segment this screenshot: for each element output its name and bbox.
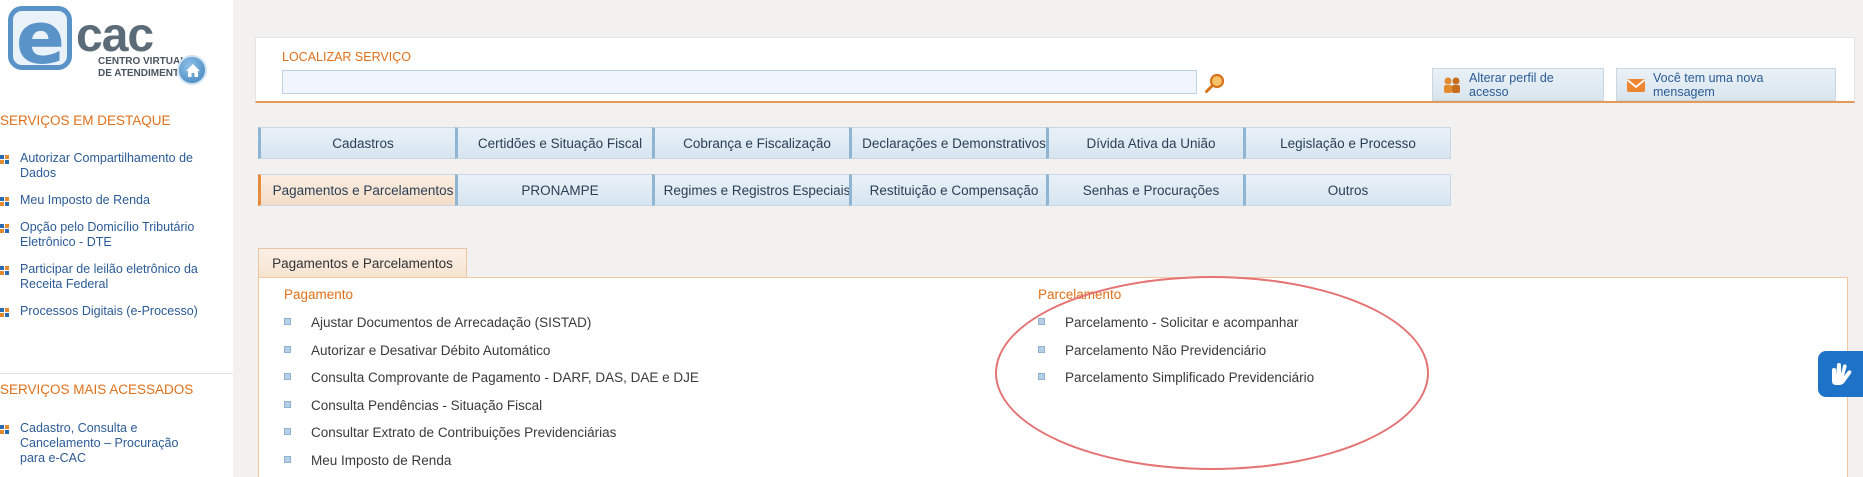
square-bullet-icon — [284, 428, 291, 435]
square-bullet-icon — [284, 373, 291, 380]
pagamento-list: Ajustar Documentos de Arrecadação (SISTA… — [284, 315, 699, 477]
square-bullet-icon — [284, 400, 291, 408]
category-button-2[interactable]: Cobrança e Fiscalização — [652, 127, 860, 159]
featured-service-item-label: Autorizar Compartilhamento de Dados — [20, 151, 193, 180]
pagamento-service-link[interactable]: Autorizar e Desativar Débito Automático — [284, 343, 699, 371]
category-button-6[interactable]: Pagamentos e Parcelamentos — [258, 174, 466, 206]
featured-service-item[interactable]: Autorizar Compartilhamento de Dados — [0, 151, 200, 181]
category-button-7[interactable]: PRONAMPE — [455, 174, 663, 206]
square-bullet-icon — [284, 455, 291, 463]
parcelamento-service-link-label: Parcelamento - Solicitar e acompanhar — [1065, 315, 1299, 330]
featured-service-item-label: Participar de leilão eletrônico da Recei… — [20, 262, 198, 291]
featured-services-list: Autorizar Compartilhamento de Dados Meu I… — [0, 151, 200, 331]
logo-e-letter: e — [16, 0, 65, 80]
users-icon — [1444, 77, 1460, 93]
category-button-3[interactable]: Declarações e Demonstrativos — [849, 127, 1057, 159]
home-icon — [186, 64, 200, 77]
home-button[interactable] — [177, 55, 207, 85]
change-profile-label: Alterar perfil de acesso — [1469, 70, 1554, 99]
parcelamento-service-link[interactable]: Parcelamento Simplificado Previdenciário — [1038, 370, 1314, 398]
most-accessed-service-item-label: Cadastro, Consulta e Cancelamento – Proc… — [20, 421, 179, 465]
square-bullet-icon — [1038, 345, 1045, 353]
sidebar: e cac CENTRO VIRTUAL DE ATENDIMENTO SERV… — [0, 0, 233, 477]
pagamento-service-link[interactable]: Consulta Comprovante de Pagamento - DARF… — [284, 370, 699, 398]
category-button-5[interactable]: Legislação e Processo — [1243, 127, 1451, 159]
change-profile-button[interactable]: Alterar perfil de acesso — [1432, 68, 1604, 101]
featured-service-item[interactable]: Meu Imposto de Renda — [0, 193, 200, 208]
parcelamento-list: Parcelamento - Solicitar e acompanhar Par… — [1038, 315, 1314, 398]
pagamento-service-link-label: Consultar Extrato de Contribuições Previ… — [311, 425, 617, 440]
featured-services-title: SERVIÇOS EM DESTAQUE — [0, 113, 171, 128]
category-button-1[interactable]: Certidões e Situação Fiscal — [455, 127, 663, 159]
square-bullet-icon — [284, 345, 291, 353]
main-content: Cadastros Certidões e Situação Fiscal Cobr… — [233, 104, 1863, 477]
search-input[interactable] — [282, 70, 1197, 94]
most-accessed-service-item[interactable]: Cadastro, Consulta e Cancelamento – Proc… — [0, 421, 200, 466]
square-bullet-icon — [284, 318, 291, 325]
category-button-9[interactable]: Restituição e Compensação — [849, 174, 1057, 206]
featured-service-item[interactable]: Opção pelo Domicílio Tributário Eletrôni… — [0, 220, 200, 250]
logo-subtitle-line1: CENTRO VIRTUAL — [98, 56, 187, 67]
featured-service-item[interactable]: Processos Digitais (e-Processo) — [0, 304, 200, 319]
featured-service-item-label: Opção pelo Domicílio Tributário Eletrôni… — [20, 220, 195, 249]
pagamento-service-link-label: Consulta Pendências - Situação Fiscal — [311, 397, 543, 413]
parcelamento-title: Parcelamento — [1038, 287, 1122, 302]
grid-bullet-icon — [0, 308, 10, 318]
category-button-11[interactable]: Outros — [1243, 174, 1451, 206]
service-content-panel: Pagamento Ajustar Documentos de Arrecada… — [258, 277, 1848, 477]
grid-bullet-icon — [0, 266, 10, 276]
logo-brand: cac — [76, 9, 154, 62]
pagamento-service-link[interactable]: Meu Imposto de Renda — [284, 453, 699, 477]
parcelamento-service-link[interactable]: Parcelamento - Solicitar e acompanhar — [1038, 315, 1314, 343]
grid-bullet-icon — [0, 425, 10, 435]
logo-subtitle: CENTRO VIRTUAL DE ATENDIMENTO — [98, 56, 187, 80]
accessibility-sign-language-button[interactable] — [1818, 351, 1863, 397]
square-bullet-icon — [1038, 318, 1045, 325]
category-button-10[interactable]: Senhas e Procurações — [1046, 174, 1254, 206]
new-message-button[interactable]: Você tem uma nova mensagem — [1616, 68, 1836, 101]
new-message-label: Você tem uma nova mensagem — [1653, 70, 1764, 99]
most-accessed-title: SERVIÇOS MAIS ACESSADOS — [0, 382, 194, 397]
pagamento-service-link[interactable]: Ajustar Documentos de Arrecadação (SISTA… — [284, 315, 699, 343]
pagamento-service-link[interactable]: Consultar Extrato de Contribuições Previ… — [284, 425, 699, 453]
featured-service-item[interactable]: Participar de leilão eletrônico da Recei… — [0, 262, 200, 292]
category-button-4[interactable]: Dívida Ativa da União — [1046, 127, 1254, 159]
category-button-8[interactable]: Regimes e Registros Especiais — [652, 174, 860, 206]
featured-service-item-label: Meu Imposto de Renda — [20, 193, 150, 207]
square-bullet-icon — [1038, 373, 1045, 380]
grid-bullet-icon — [0, 224, 10, 234]
pagamento-service-link[interactable]: Consulta Pendências - Situação Fiscal — [284, 398, 699, 426]
search-panel: LOCALIZAR SERVIÇO Alterar perfil de aces… — [255, 37, 1855, 103]
search-icon[interactable] — [1204, 72, 1226, 94]
hands-sign-language-icon — [1832, 363, 1852, 385]
grid-bullet-icon — [0, 155, 10, 165]
grid-bullet-icon — [0, 197, 10, 207]
pagamento-service-link-label: Ajustar Documentos de Arrecadação (SISTA… — [311, 315, 592, 330]
envelope-icon — [1626, 79, 1646, 92]
parcelamento-service-link-label: Parcelamento Simplificado Previdenciário — [1065, 370, 1315, 385]
pagamento-service-link-label: Autorizar e Desativar Débito Automático — [311, 342, 551, 358]
category-button-0[interactable]: Cadastros — [258, 127, 466, 159]
most-accessed-list: Cadastro, Consulta e Cancelamento – Proc… — [0, 421, 200, 477]
parcelamento-service-link-label: Parcelamento Não Previdenciário — [1065, 342, 1267, 358]
pagamento-service-link-label: Consulta Comprovante de Pagamento - DARF… — [311, 370, 699, 385]
search-label: LOCALIZAR SERVIÇO — [282, 50, 411, 64]
logo-subtitle-line2: DE ATENDIMENTO — [98, 68, 187, 79]
pagamento-service-link-label: Meu Imposto de Renda — [311, 452, 452, 468]
sidebar-divider — [0, 373, 233, 374]
featured-service-item-label: Processos Digitais (e-Processo) — [20, 304, 198, 318]
parcelamento-service-link[interactable]: Parcelamento Não Previdenciário — [1038, 343, 1314, 371]
pagamento-title: Pagamento — [284, 287, 354, 302]
tab-pagamentos-e-parcelamentos[interactable]: Pagamentos e Parcelamentos — [258, 248, 467, 278]
